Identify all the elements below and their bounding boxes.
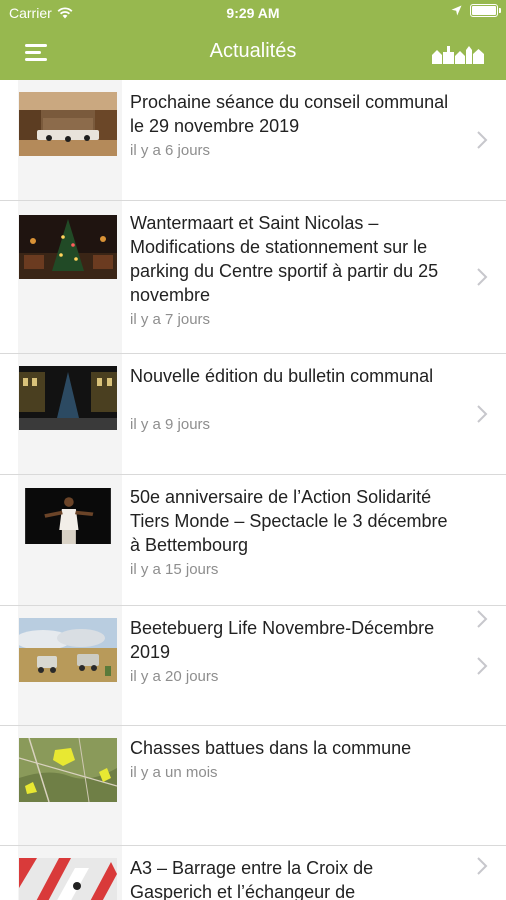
road-sign-thumbnail xyxy=(19,858,117,900)
chevron-right-icon xyxy=(477,405,488,423)
status-bar: Carrier 9:29 AM xyxy=(0,0,506,28)
news-title: Nouvelle édition du bulletin communal xyxy=(130,366,434,386)
council-chamber-thumbnail xyxy=(19,92,117,156)
news-item[interactable]: 50e anniversaire de l’Action Solidarité … xyxy=(0,475,506,628)
thumbnail-frame xyxy=(18,80,122,200)
news-item[interactable]: Nouvelle édition du bulletin communal il… xyxy=(0,354,506,475)
news-date: il y a 6 jours xyxy=(130,142,211,159)
news-item[interactable]: Beetebuerg Life Novembre-Décembre 2019 i… xyxy=(0,606,506,726)
news-title: Chasses battues dans la commune xyxy=(130,738,412,758)
news-date: il y a 15 jours xyxy=(130,561,219,578)
hunting-map-thumbnail xyxy=(19,738,117,802)
thumbnail-frame xyxy=(18,475,122,605)
news-item[interactable]: Prochaine séance du conseil communal le … xyxy=(0,80,506,201)
page-title: Actualités xyxy=(209,40,297,62)
thumbnail-frame xyxy=(18,201,122,353)
thumbnail-frame xyxy=(18,726,122,845)
news-date: il y a 9 jours xyxy=(130,416,211,433)
location-arrow-icon xyxy=(451,5,462,16)
news-date: il y a 20 jours xyxy=(130,668,219,685)
news-item[interactable]: Wantermaart et Saint Nicolas – Modificat… xyxy=(0,201,506,354)
news-title: Beetebuerg Life Novembre-Décembre 2019 xyxy=(130,618,435,662)
chevron-right-icon xyxy=(477,268,488,286)
performer-thumbnail xyxy=(25,488,111,544)
illuminated-tree-thumbnail xyxy=(19,366,117,430)
thumbnail-frame xyxy=(18,846,122,900)
news-title: A3 – Barrage entre la Croix de Gasperich… xyxy=(130,858,374,900)
navigation-bar: Actualités xyxy=(0,28,506,80)
thumbnail-frame xyxy=(18,606,122,725)
christmas-market-thumbnail xyxy=(19,215,117,279)
news-title: 50e anniversaire de l’Action Solidarité … xyxy=(130,487,448,555)
status-time: 9:29 AM xyxy=(226,5,280,21)
town-silhouette-icon[interactable] xyxy=(432,42,484,64)
chevron-right-icon xyxy=(477,131,488,149)
battery-icon xyxy=(470,4,501,17)
app-header: Carrier 9:29 AM Actualités xyxy=(0,0,506,80)
chevron-right-icon xyxy=(477,657,488,675)
news-title: Prochaine séance du conseil communal le … xyxy=(130,92,449,136)
status-right xyxy=(451,4,501,17)
news-date: il y a 7 jours xyxy=(130,311,211,328)
news-item[interactable]: A3 – Barrage entre la Croix de Gasperich… xyxy=(0,846,506,900)
news-item[interactable]: Chasses battues dans la commune il y a u… xyxy=(0,726,506,875)
news-date: il y a un mois xyxy=(130,764,218,781)
thumbnail-frame xyxy=(18,354,122,474)
harvest-field-thumbnail xyxy=(19,618,117,682)
news-title: Wantermaart et Saint Nicolas – Modificat… xyxy=(130,213,439,305)
